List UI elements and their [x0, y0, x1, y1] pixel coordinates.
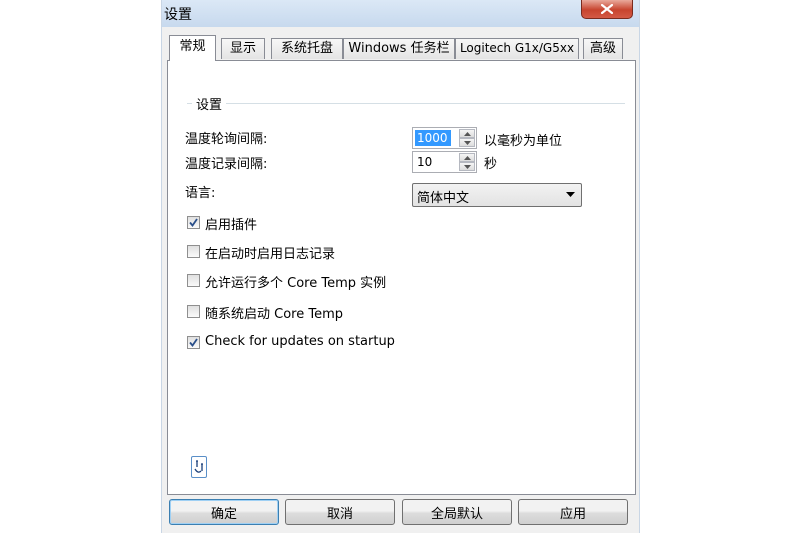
- close-icon: [601, 4, 613, 14]
- group-divider: [187, 103, 625, 104]
- spin-down-button[interactable]: [459, 162, 475, 171]
- tab-logitech[interactable]: Logitech G1x/G5xx: [455, 38, 579, 59]
- help-button[interactable]: [191, 456, 207, 478]
- settings-window: 设置 常规 显示 系统托盘 Windows 任务栏 Logitech G1x/G…: [161, 0, 640, 533]
- checkbox-box[interactable]: [187, 336, 200, 349]
- log-interval-input[interactable]: [415, 154, 457, 170]
- title-bar[interactable]: 设置: [162, 0, 639, 27]
- chevron-down-icon: [463, 140, 471, 145]
- language-select[interactable]: 简体中文: [412, 183, 582, 207]
- apply-button[interactable]: 应用: [518, 499, 628, 525]
- chevron-up-icon: [463, 131, 471, 136]
- log-interval-unit: 秒: [484, 157, 498, 172]
- tab-display[interactable]: 显示: [221, 38, 265, 59]
- check-icon: [189, 338, 198, 347]
- language-selected: 简体中文: [417, 191, 470, 206]
- log-interval-label: 温度记录间隔:: [185, 157, 268, 172]
- checkbox-box[interactable]: [187, 305, 200, 318]
- spin-up-button[interactable]: [459, 153, 475, 162]
- dropdown-arrow-icon: [566, 192, 575, 197]
- close-button[interactable]: [581, 0, 633, 19]
- general-panel: 设置 温度轮询间隔: 以毫秒为单位 温度记录间隔:: [167, 60, 636, 495]
- poll-interval-spinner[interactable]: [412, 127, 477, 149]
- chevron-up-icon: [463, 155, 471, 160]
- tab-system-tray[interactable]: 系统托盘: [271, 38, 343, 59]
- chevron-down-icon: [463, 164, 471, 169]
- ok-button[interactable]: 确定: [169, 499, 279, 525]
- help-icon: [194, 460, 203, 473]
- checkbox-label: 允许运行多个 Core Temp 实例: [205, 276, 387, 291]
- group-label: 设置: [192, 94, 227, 113]
- checkbox-box[interactable]: [187, 245, 200, 258]
- checkbox-label: 随系统启动 Core Temp: [205, 307, 343, 322]
- check-icon: [189, 218, 198, 227]
- global-defaults-button[interactable]: 全局默认: [402, 499, 512, 525]
- spin-down-button[interactable]: [459, 138, 475, 147]
- log-interval-spinner[interactable]: [412, 151, 477, 173]
- tab-windows-taskbar[interactable]: Windows 任务栏: [343, 38, 455, 59]
- poll-interval-label: 温度轮询间隔:: [185, 132, 268, 147]
- cancel-button[interactable]: 取消: [285, 499, 395, 525]
- poll-interval-input[interactable]: [415, 130, 451, 146]
- checkbox-box[interactable]: [187, 216, 200, 229]
- checkbox-label: 在启动时启用日志记录: [205, 247, 336, 262]
- checkbox-label: Check for updates on startup: [205, 334, 395, 349]
- checkbox-label: 启用插件: [205, 218, 258, 233]
- tab-advanced[interactable]: 高级: [583, 38, 623, 59]
- tab-general[interactable]: 常规: [169, 35, 216, 61]
- checkbox-box[interactable]: [187, 274, 200, 287]
- dialog-buttons: 确定 取消 全局默认 应用: [167, 499, 637, 527]
- language-label: 语言:: [185, 186, 216, 201]
- poll-interval-unit: 以毫秒为单位: [484, 134, 563, 149]
- tab-strip: 常规 显示 系统托盘 Windows 任务栏 Logitech G1x/G5xx…: [167, 35, 637, 61]
- window-title: 设置: [164, 7, 192, 23]
- spin-up-button[interactable]: [459, 129, 475, 138]
